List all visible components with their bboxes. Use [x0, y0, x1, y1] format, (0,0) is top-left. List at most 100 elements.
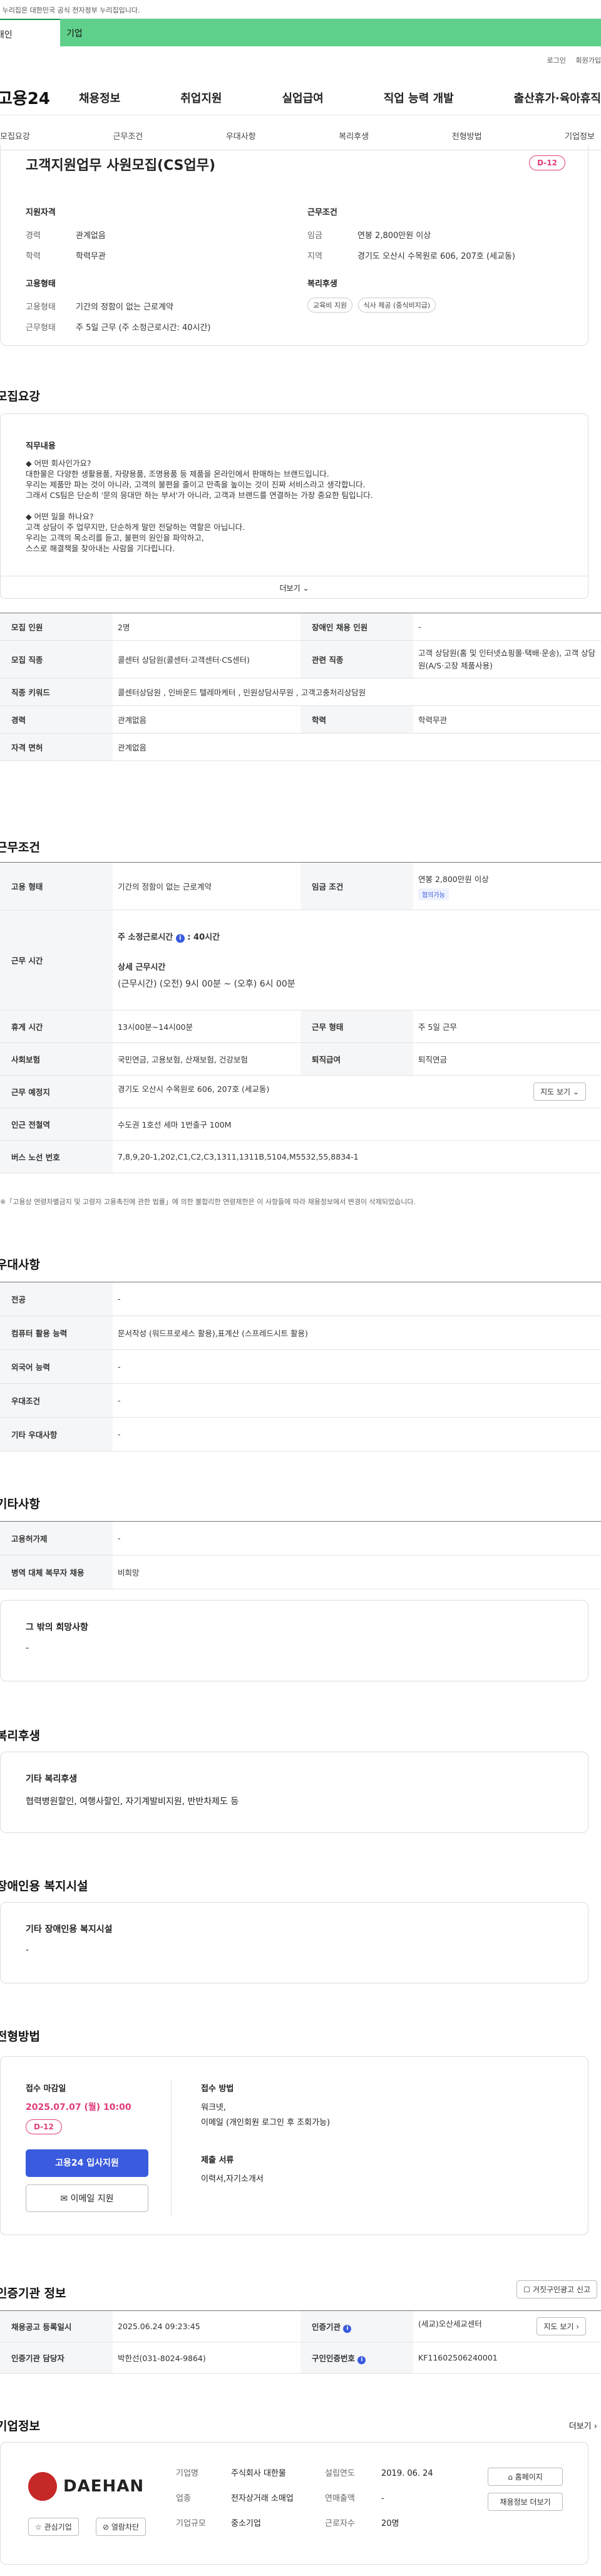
block-label: 열람차단: [111, 2523, 140, 2532]
duty-line: ◆ 어떤 회사인가요?: [26, 459, 91, 468]
worktype-label: 근무형태: [26, 323, 56, 333]
row-value: 13시00분~14시00분: [113, 1010, 300, 1043]
hours-detail-value: (근무시간) (오전) 9시 00분 ~ (오후) 6시 00분: [118, 979, 295, 989]
other-wish-box: 그 밖의 희망사항 -: [0, 1600, 588, 1681]
snb-company[interactable]: 기업정보: [565, 130, 595, 142]
edu-label: 학력: [26, 252, 41, 261]
interest-button[interactable]: ☆ 관심기업: [28, 2518, 79, 2536]
chevron-down-icon: ⌄: [572, 1088, 579, 1096]
block-button[interactable]: ⊘ 열람차단: [96, 2518, 146, 2536]
home-icon: ⌂: [508, 2473, 513, 2481]
row-label: 구인인증번호: [312, 2353, 356, 2363]
method-value-2: 이메일 (개인회원 로그인 후 조회가능): [201, 2118, 331, 2127]
qual-heading: 지원자격: [26, 208, 56, 217]
deadline-heading: 접수 마감일: [26, 2084, 66, 2094]
row-value: 2025.06.24 09:23:45: [113, 2310, 300, 2342]
row-value: KF11602506240001: [413, 2342, 601, 2374]
qual-block: 지원자격 경력 관계없음 학력 학력무관: [26, 205, 289, 261]
screening-heading: 전형방법: [0, 2030, 40, 2044]
gnb-item-unemployment[interactable]: 실업급여: [282, 90, 324, 106]
size-value: 중소기업: [231, 2519, 261, 2528]
apply-button[interactable]: 고용24 입사지원: [26, 2149, 148, 2177]
email-apply-button[interactable]: ✉ 이메일 지원: [26, 2184, 148, 2212]
map-button[interactable]: 지도 보기 ⌄: [533, 1083, 586, 1101]
hours-main-value: 40시간: [193, 933, 220, 942]
map-button[interactable]: 지도 보기 ›: [537, 2317, 586, 2335]
row-label: 경력: [0, 705, 113, 734]
emp-block: 고용형태 고용형태 기간의 정함이 없는 근로계약 근무형태 주 5일 근무 (주 …: [26, 277, 289, 333]
duty-heading: 직무내용: [26, 442, 56, 451]
welfare-box: 기타 복리후생 협력병원할인, 여행사할인, 자기계발비지원, 반반차제도 등: [0, 1752, 588, 1833]
snb-welfare[interactable]: 복리후생: [339, 130, 369, 142]
company-heading: 기업정보: [0, 2419, 40, 2433]
row-label: 우대조건: [0, 1383, 113, 1418]
row-value: 2명: [113, 613, 300, 641]
divider: [171, 2079, 172, 2217]
company-jobs-button[interactable]: 채용정보 더보기: [488, 2493, 563, 2511]
snb-screening[interactable]: 전형방법: [452, 130, 482, 142]
more-button[interactable]: 더보기 ⌄: [1, 576, 588, 598]
wage-label: 임금: [307, 231, 322, 241]
other-wish-heading: 그 밖의 희망사항: [26, 1623, 88, 1633]
welfare-box-value: 협력병원할인, 여행사할인, 자기계발비지원, 반반차제도 등: [26, 1797, 239, 1807]
negotiable-badge: 협의가능: [418, 888, 449, 900]
etc-table: 고용허가제 - 병역 대체 복무자 채용 비희망: [0, 1521, 601, 1589]
emp-value: 20명: [381, 2519, 399, 2528]
info-icon[interactable]: i: [175, 934, 185, 943]
duty-line: 그래서 CS팀은 단순히 '문의 응대만 하는 부서'가 아니라, 고객과 브랜…: [26, 491, 373, 500]
logo[interactable]: 고용24: [0, 86, 73, 109]
company-logo: DAEHAN: [28, 2469, 144, 2504]
pref-table: 전공 - 컴퓨터 활용 능력 문서작성 (워드프로세스 활용),표계산 (스프레드시…: [0, 1282, 601, 1452]
cond-block: 근무조건 임금 연봉 2,800만원 이상 지역 경기도 오산시 수목원로 606,…: [307, 205, 570, 261]
disab-box-value: -: [26, 1945, 29, 1955]
snb-pref[interactable]: 우대사항: [226, 130, 256, 142]
company-logo-text: DAEHAN: [63, 2477, 145, 2496]
duty-box: 직무내용 ◆ 어떤 회사인가요? 대한물은 다양한 생활용품, 자량용품, 조명…: [0, 413, 588, 599]
homepage-button[interactable]: ⌂ 홈페이지: [488, 2468, 563, 2486]
gnb-item-leave[interactable]: 출산휴가·육아휴직: [514, 90, 601, 106]
row-label: 전공: [0, 1282, 113, 1316]
block-icon: ⊘: [103, 2523, 110, 2532]
report-button[interactable]: ☐ 거짓구인광고 신고: [516, 2280, 597, 2298]
row-value: 박한선(031-8024-9864): [113, 2342, 300, 2374]
map-button-label: 지도 보기: [543, 2322, 574, 2331]
company-jobs-label: 채용정보 더보기: [500, 2498, 551, 2506]
row-label: 퇴직급여: [300, 1042, 413, 1076]
row-label: 인증기관 담당자: [0, 2342, 113, 2374]
report-button-label: 거짓구인광고 신고: [532, 2285, 590, 2294]
name-label: 기업명: [176, 2469, 198, 2478]
found-label: 설립연도: [325, 2469, 355, 2478]
duty-line: 고객 상담이 주 업무지만, 단순하게 말만 전달하는 역할은 아닙니다.: [26, 522, 245, 532]
row-label: 관련 직종: [300, 640, 413, 678]
job-title: 고객지원업무 사원모집(CS업무): [26, 158, 216, 174]
pref-heading: 우대사항: [0, 1258, 40, 1272]
industry-label: 업종: [176, 2494, 191, 2503]
row-value: 국민연금, 고용보험, 산재보험, 건강보험: [113, 1042, 300, 1076]
gnb-item-jobs[interactable]: 채용정보: [79, 90, 120, 106]
duty-line: 스스로 해결책을 찾아내는 사람을 기다립니다.: [26, 544, 175, 553]
info-icon[interactable]: i: [357, 2355, 366, 2364]
email-button-label: 이메일 지원: [70, 2194, 114, 2204]
row-value: 7,8,9,20-1,202,C1,C2,C3,1311,1311B,5104,…: [113, 1140, 601, 1173]
gnb-item-training[interactable]: 직업 능력 개발: [384, 90, 454, 106]
apply-button-label: 고용24 입사지원: [55, 2158, 119, 2168]
duty-line: ◆ 어떤 일을 하나요?: [26, 512, 94, 521]
mail-icon: ✉: [60, 2194, 68, 2204]
row-label: 버스 노선 번호: [0, 1140, 113, 1173]
row-label: 고용허가제: [0, 1521, 113, 1555]
signup-link[interactable]: 회원가입: [576, 56, 601, 65]
snb-recruit[interactable]: 모집요강: [0, 130, 30, 142]
info-icon[interactable]: i: [343, 2324, 352, 2333]
worktype-value: 주 5일 근무 (주 소정근로시간: 40시간): [76, 323, 211, 333]
login-link[interactable]: 로그인: [547, 56, 566, 65]
snb-workcond[interactable]: 근무조건: [113, 130, 143, 142]
tab-personal[interactable]: 개인: [0, 19, 60, 46]
name-value: 주식회사 대한물: [231, 2469, 286, 2478]
row-value: 콜센터상담원 , 인바운드 텔레마케터 , 민원상담사무원 , 고객고충처리상담…: [113, 678, 601, 706]
welfare-box-heading: 기타 복리후생: [26, 1774, 78, 1784]
company-info: 기업명 주식회사 대한물 설립연도 2019. 06. 24 업종 전자상거래 소매업 연…: [176, 2461, 433, 2537]
tab-company[interactable]: 기업: [66, 19, 83, 46]
row-label: 모집 인원: [0, 613, 113, 641]
company-more-link[interactable]: 더보기 ›: [569, 2419, 597, 2431]
gnb-item-support[interactable]: 취업지원: [180, 90, 222, 106]
